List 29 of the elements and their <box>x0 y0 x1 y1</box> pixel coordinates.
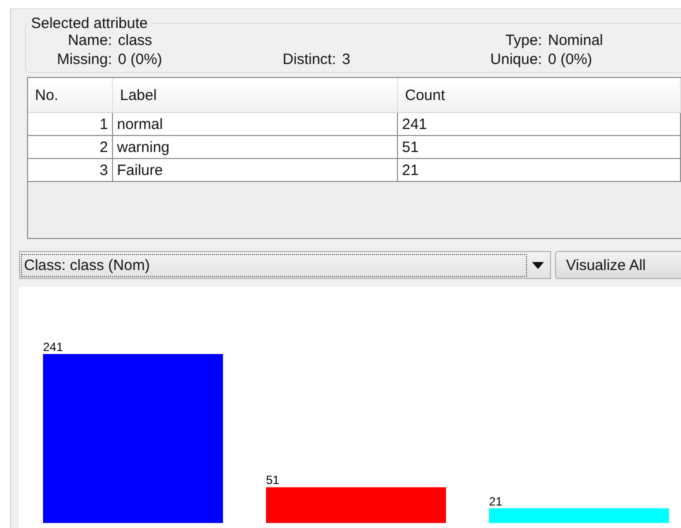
column-header[interactable]: Label <box>112 78 398 112</box>
table-cell: warning <box>112 136 398 158</box>
table-cell: Failure <box>112 158 398 182</box>
group-title: Selected attribute <box>30 15 149 32</box>
field-value: 0 (0%) <box>548 51 592 68</box>
table-cell: normal <box>112 112 398 136</box>
table-cell: 3 <box>28 158 112 182</box>
field-label: Unique: <box>489 51 542 68</box>
field-label: Distinct: <box>282 51 336 68</box>
class-dropdown[interactable]: Class: class (Nom) <box>19 251 551 279</box>
table-cell: 21 <box>398 158 680 182</box>
dropdown-arrow-icon[interactable] <box>532 262 544 268</box>
bar-value-label: 21 <box>489 494 502 508</box>
bar-value-label: 51 <box>266 473 280 488</box>
field-value: 3 <box>342 51 350 68</box>
table-cell: 2 <box>28 136 112 158</box>
visualize-all-button[interactable]: Visualize All <box>555 251 681 279</box>
field-label: Missing: <box>56 51 112 68</box>
field-value: Nominal <box>548 32 604 49</box>
field-label: Type: <box>504 32 542 49</box>
table-cell: 51 <box>398 136 680 158</box>
field-value: 0 (0%) <box>118 51 162 68</box>
bar-value-label: 241 <box>43 340 64 354</box>
field-label: Name: <box>66 32 112 49</box>
field-value: class <box>118 32 152 49</box>
table-cell: 1 <box>28 112 112 136</box>
table-cell: 241 <box>398 112 680 136</box>
column-header[interactable]: Count <box>398 78 680 112</box>
column-header[interactable]: No. <box>28 78 112 112</box>
